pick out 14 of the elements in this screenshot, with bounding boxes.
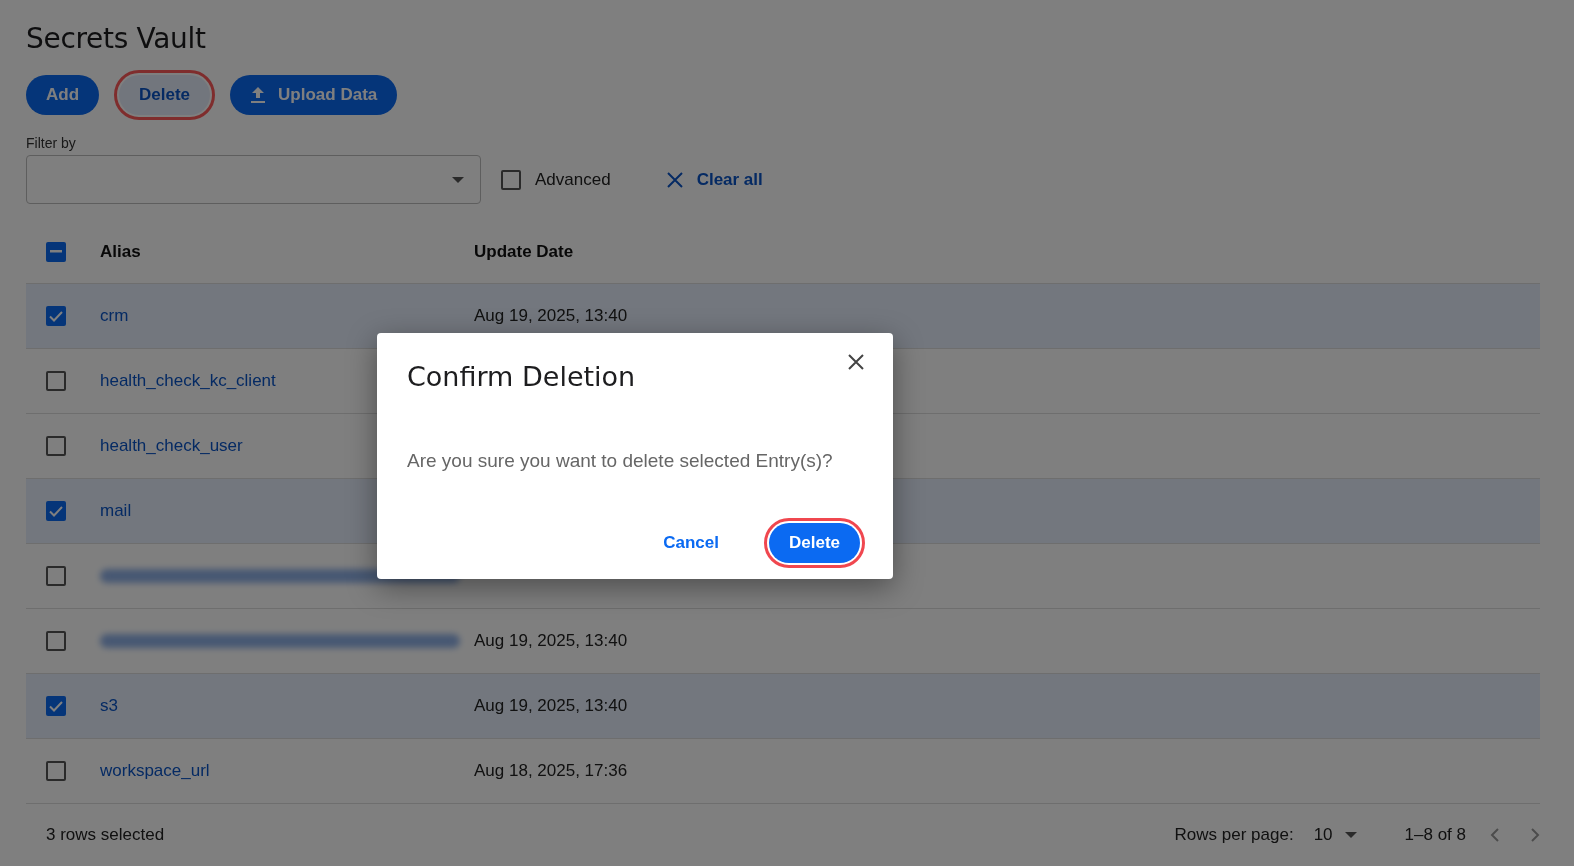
selection-count: 3 rows selected xyxy=(46,825,165,845)
dialog-message: Are you sure you want to delete selected Entry(s)? xyxy=(407,450,834,472)
advanced-label: Advanced xyxy=(535,169,611,190)
column-header: Update Date xyxy=(474,241,575,262)
column-header: Alias xyxy=(100,241,142,262)
date-cell-text: Aug 18, 2025, 17:36 xyxy=(474,761,629,781)
date-cell-text: Aug 19, 2025, 13:40 xyxy=(474,306,629,326)
rows-per-page-label: Rows per page: xyxy=(1174,825,1294,845)
page-range: 1–8 of 8 xyxy=(1404,825,1466,845)
date-cell-text: Aug 19, 2025, 13:40 xyxy=(474,631,629,651)
filter-label: Filter by xyxy=(26,135,77,151)
dialog-title: Confirm Deletion xyxy=(407,361,637,392)
date-cell-text: Aug 19, 2025, 13:40 xyxy=(474,696,629,716)
page-title: Secrets Vault xyxy=(26,22,207,55)
